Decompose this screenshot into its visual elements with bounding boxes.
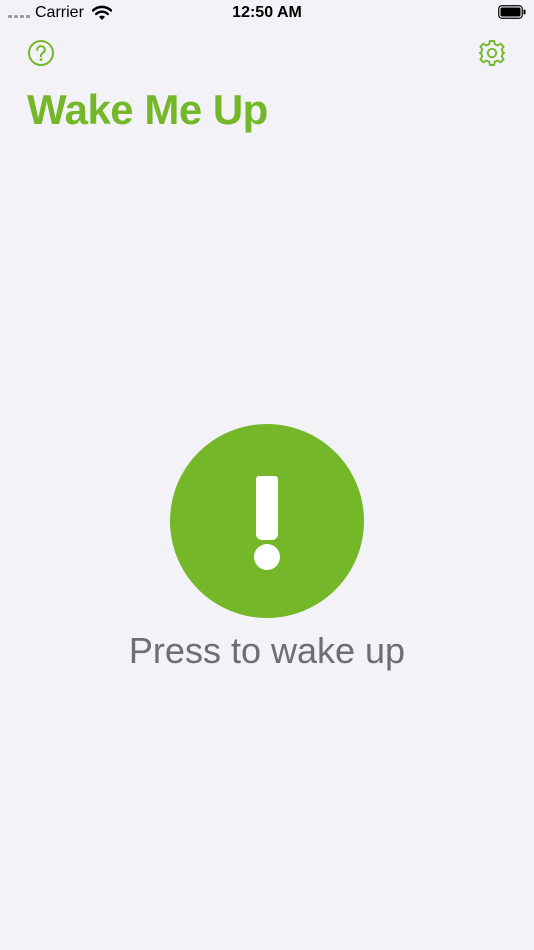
wake-circle[interactable] <box>170 424 364 618</box>
question-circle-icon <box>28 40 54 66</box>
help-button[interactable] <box>27 39 57 69</box>
gear-icon <box>478 40 506 66</box>
status-time: 12:50 AM <box>232 4 302 21</box>
status-bar: Carrier 12:50 AM <box>0 0 534 28</box>
wake-up-label: Press to wake up <box>128 630 406 671</box>
exclamation-dot <box>254 544 280 570</box>
battery-icon <box>498 5 526 19</box>
page-title: Wake Me Up <box>27 86 268 133</box>
settings-button[interactable] <box>478 39 508 69</box>
exclamation-bar <box>256 476 278 540</box>
